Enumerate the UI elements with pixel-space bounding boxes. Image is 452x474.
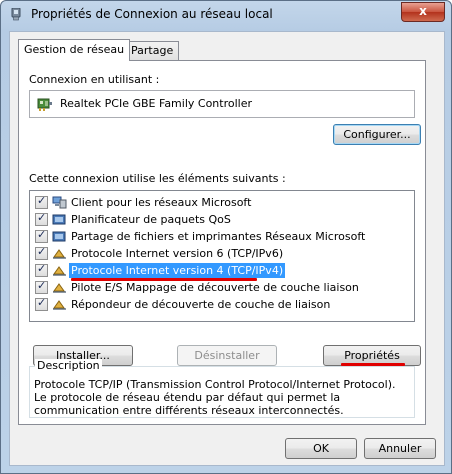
protocol-icon	[52, 263, 67, 278]
cancel-button[interactable]: Annuler	[364, 438, 436, 459]
list-item[interactable]: ✓ Pilote E/S Mappage de découverte de co…	[32, 279, 412, 296]
description-group: Description Protocole TCP/IP (Transmissi…	[29, 359, 415, 418]
check-icon: ✓	[37, 211, 47, 224]
dialog-client-area: Gestion de réseau Partage Connexion en u…	[9, 31, 445, 466]
list-item[interactable]: ✓ Protocole Internet version 6 (TCP/IPv6…	[32, 245, 412, 262]
item-label: Pilote E/S Mappage de découverte de couc…	[71, 281, 359, 294]
configure-button[interactable]: Configurer...	[333, 124, 421, 145]
uninstall-button-label: Désinstaller	[194, 349, 260, 362]
list-item-selected[interactable]: ✓ Protocole Internet version 4 (TCP/IPv4…	[32, 262, 412, 279]
item-label: Client pour les réseaux Microsoft	[71, 196, 252, 209]
dialog-window: Propriétés de Connexion au réseau local …	[0, 0, 452, 474]
network-service-icon	[52, 229, 67, 244]
title-bar[interactable]: Propriétés de Connexion au réseau local …	[1, 1, 451, 29]
item-checkbox[interactable]: ✓	[35, 211, 48, 226]
item-checkbox[interactable]: ✓	[35, 296, 48, 311]
check-icon: ✓	[37, 262, 47, 275]
close-button[interactable]: x	[401, 2, 445, 22]
protocol-icon	[52, 280, 67, 295]
check-icon: ✓	[37, 194, 47, 207]
check-icon: ✓	[37, 296, 47, 309]
protocol-icon	[52, 297, 67, 312]
check-icon: ✓	[37, 245, 47, 258]
network-adapter-icon	[37, 96, 53, 112]
window-title: Propriétés de Connexion au réseau local	[31, 7, 273, 21]
network-adapter-icon	[10, 7, 22, 22]
description-text: Protocole TCP/IP (Transmission Control P…	[34, 378, 396, 417]
ok-button-label: OK	[313, 442, 329, 455]
item-label: Répondeur de découverte de couche de lia…	[71, 298, 331, 311]
check-icon: ✓	[37, 228, 47, 241]
list-item[interactable]: ✓ Partage de fichiers et imprimantes Rés…	[32, 228, 412, 245]
list-item[interactable]: ✓ Client pour les réseaux Microsoft	[32, 194, 412, 211]
list-item[interactable]: ✓ Répondeur de découverte de couche de l…	[32, 296, 412, 313]
properties-button-label: Propriétés	[344, 349, 400, 362]
check-icon: ✓	[37, 279, 47, 292]
item-label: Partage de fichiers et imprimantes Résea…	[71, 230, 366, 243]
adapter-box: Realtek PCIe GBE Family Controller	[29, 90, 415, 118]
item-label: Planificateur de paquets QoS	[71, 213, 231, 226]
item-checkbox[interactable]: ✓	[35, 228, 48, 243]
cancel-button-label: Annuler	[378, 442, 422, 455]
tab-partage[interactable]: Partage	[125, 41, 180, 60]
adapter-name: Realtek PCIe GBE Family Controller	[60, 97, 253, 110]
item-checkbox[interactable]: ✓	[35, 279, 48, 294]
network-client-icon	[52, 195, 67, 210]
close-icon: x	[419, 4, 427, 18]
tab-gestion-de-reseau[interactable]: Gestion de réseau	[18, 39, 131, 61]
tab-panel: Connexion en utilisant : Realtek PCIe GB…	[18, 60, 426, 425]
item-label: Protocole Internet version 6 (TCP/IPv6)	[71, 247, 284, 260]
item-checkbox[interactable]: ✓	[35, 194, 48, 209]
item-checkbox[interactable]: ✓	[35, 262, 48, 277]
protocol-icon	[52, 246, 67, 261]
item-label: Protocole Internet version 4 (TCP/IPv4)	[69, 263, 286, 278]
list-item[interactable]: ✓ Planificateur de paquets QoS	[32, 211, 412, 228]
configure-button-label: Configurer...	[343, 128, 411, 141]
description-legend: Description	[35, 359, 102, 372]
components-list[interactable]: ✓ Client pour les réseaux Microsoft ✓ Pl…	[29, 190, 415, 322]
connect-using-label: Connexion en utilisant :	[29, 73, 160, 86]
components-label: Cette connexion utilise les éléments sui…	[29, 172, 286, 185]
item-checkbox[interactable]: ✓	[35, 245, 48, 260]
ok-button[interactable]: OK	[285, 438, 357, 459]
uninstall-button[interactable]: Désinstaller	[177, 345, 277, 366]
network-service-icon	[52, 212, 67, 227]
